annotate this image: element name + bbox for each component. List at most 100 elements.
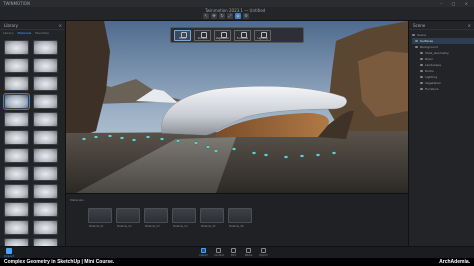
eye-icon[interactable] xyxy=(420,64,423,66)
material-thumbnail[interactable] xyxy=(4,40,29,55)
dock-button-label: Export xyxy=(259,254,268,257)
dock-button-edit[interactable]: Edit xyxy=(229,248,238,257)
close-icon[interactable]: × xyxy=(59,21,62,30)
eye-icon[interactable] xyxy=(412,34,415,36)
move-icon[interactable]: ✥ xyxy=(211,13,217,19)
tab-library[interactable]: Library xyxy=(3,31,14,35)
material-thumbnail[interactable] xyxy=(33,166,58,181)
rotate-icon[interactable]: ↻ xyxy=(219,13,225,19)
eye-icon[interactable] xyxy=(420,52,423,54)
material-slot-label: Material_01 xyxy=(89,225,104,228)
material-slot-label: Material_05 xyxy=(201,225,216,228)
export-icon xyxy=(261,248,266,253)
material-thumbnail[interactable] xyxy=(4,112,29,127)
eye-icon[interactable] xyxy=(420,58,423,60)
material-thumbnail-grid xyxy=(0,37,65,253)
scene-tree-label: Scene xyxy=(417,33,427,37)
material-thumbnail[interactable] xyxy=(4,76,29,91)
material-slot[interactable]: Material_06 xyxy=(228,208,252,228)
scene-tree: Scene Surfaces Background Shell_Geometry Roa… xyxy=(409,30,474,92)
material-slot[interactable]: Material_03 xyxy=(144,208,168,228)
viewport-render xyxy=(66,21,408,193)
placement-palette: Place Surface Vegetation Furniture Light… xyxy=(170,27,304,43)
dock-button-import[interactable]: Import xyxy=(199,248,208,257)
material-thumbnail[interactable] xyxy=(4,58,29,73)
tab-favorites[interactable]: Favorites xyxy=(35,31,49,35)
material-thumbnail[interactable] xyxy=(4,184,29,199)
material-thumbnail[interactable] xyxy=(33,148,58,163)
3d-viewport[interactable]: Place Surface Vegetation Furniture Light… xyxy=(66,21,408,193)
material-slot-label: Material_04 xyxy=(173,225,188,228)
caption-title: Complex Geometry in SketchUp | Mini Cour… xyxy=(4,259,115,265)
material-thumbnail[interactable] xyxy=(4,220,29,235)
material-thumbnail[interactable] xyxy=(33,130,58,145)
palette-surface-button[interactable]: Surface xyxy=(194,30,211,41)
scene-tree-label: Background xyxy=(420,45,438,49)
material-thumbnail[interactable] xyxy=(33,94,58,109)
eye-icon[interactable] xyxy=(415,46,418,48)
material-thumbnail[interactable] xyxy=(33,202,58,217)
material-slot[interactable]: Material_02 xyxy=(116,208,140,228)
palette-place-button[interactable]: Place xyxy=(174,30,191,41)
scene-panel: Scene × Scene Surfaces Background Shell_Geo… xyxy=(408,21,474,246)
material-slot[interactable]: Material_04 xyxy=(172,208,196,228)
library-header: Library × xyxy=(0,21,65,30)
scene-tree-label: Landscape xyxy=(425,63,442,67)
media-icon xyxy=(246,248,251,253)
material-slot-label: Material_03 xyxy=(145,225,160,228)
dock-import[interactable]: Import xyxy=(4,248,14,258)
edit-icon xyxy=(231,248,236,253)
material-slot[interactable]: Material_05 xyxy=(200,208,224,228)
material-thumbnail[interactable] xyxy=(33,112,58,127)
material-thumbnail[interactable] xyxy=(33,40,58,55)
scene-tree-label: Road xyxy=(425,57,433,61)
material-thumbnail[interactable] xyxy=(33,76,58,91)
material-slots: Material_01 Material_02 Material_03 Materia… xyxy=(88,208,252,228)
settings-icon[interactable]: ⚙ xyxy=(243,13,249,19)
scene-tree-label: Surfaces xyxy=(420,39,433,43)
close-icon[interactable]: × xyxy=(468,21,471,30)
caption-brand: ArchAdemia. xyxy=(439,259,470,265)
dock-button-context[interactable]: Context xyxy=(214,248,224,257)
material-thumbnail[interactable] xyxy=(4,130,29,145)
palette-furniture-button[interactable]: Furniture xyxy=(234,30,251,41)
eye-icon[interactable] xyxy=(420,82,423,84)
material-thumbnail[interactable] xyxy=(33,220,58,235)
palette-lighting-button[interactable]: Lighting xyxy=(254,30,271,41)
dock-button-label: Edit xyxy=(231,254,236,257)
material-slot[interactable]: Material_01 xyxy=(88,208,112,228)
material-thumbnail[interactable] xyxy=(33,184,58,199)
camera-icon[interactable]: ◉ xyxy=(235,13,241,19)
scene-tree-item[interactable]: Furniture xyxy=(412,86,474,92)
bottom-dock: Import Import Context Edit Media Export xyxy=(0,246,474,258)
dock-button-export[interactable]: Export xyxy=(259,248,268,257)
material-thumbnail[interactable] xyxy=(33,58,58,73)
video-caption-bar: Complex Geometry in SketchUp | Mini Cour… xyxy=(0,258,474,266)
material-thumbnail[interactable] xyxy=(4,202,29,217)
library-title: Library xyxy=(4,23,18,28)
scale-icon[interactable]: ⤢ xyxy=(227,13,233,19)
select-icon[interactable]: ↖ xyxy=(203,13,209,19)
scene-tree-label: Lighting xyxy=(425,75,438,79)
tool-icon-group: ↖ ✥ ↻ ⤢ ◉ ⚙ xyxy=(203,13,249,19)
tab-materials[interactable]: Materials xyxy=(17,31,31,35)
import-icon xyxy=(201,248,206,253)
materials-strip-label: Materials xyxy=(70,198,84,202)
eye-icon[interactable] xyxy=(420,88,423,90)
eye-icon[interactable] xyxy=(420,70,423,72)
scene-title: Scene xyxy=(413,23,426,28)
eye-icon[interactable] xyxy=(415,40,418,42)
palette-vegetation-button[interactable]: Vegetation xyxy=(214,30,231,41)
window-controls[interactable]: – □ × xyxy=(440,0,472,7)
eye-icon[interactable] xyxy=(420,76,423,78)
dock-button-label: Import xyxy=(199,254,208,257)
scene-tree-label: Shell_Geometry xyxy=(425,51,449,55)
scene-header: Scene × xyxy=(409,21,474,30)
material-thumbnail[interactable] xyxy=(4,166,29,181)
dock-button-media[interactable]: Media xyxy=(244,248,253,257)
material-thumbnail[interactable] xyxy=(3,93,30,110)
material-thumbnail[interactable] xyxy=(4,148,29,163)
library-panel: Library × Library Materials Favorites xyxy=(0,21,66,253)
material-slot-label: Material_02 xyxy=(117,225,132,228)
materials-strip: Materials Material_01 Material_02 Material… xyxy=(66,193,408,246)
